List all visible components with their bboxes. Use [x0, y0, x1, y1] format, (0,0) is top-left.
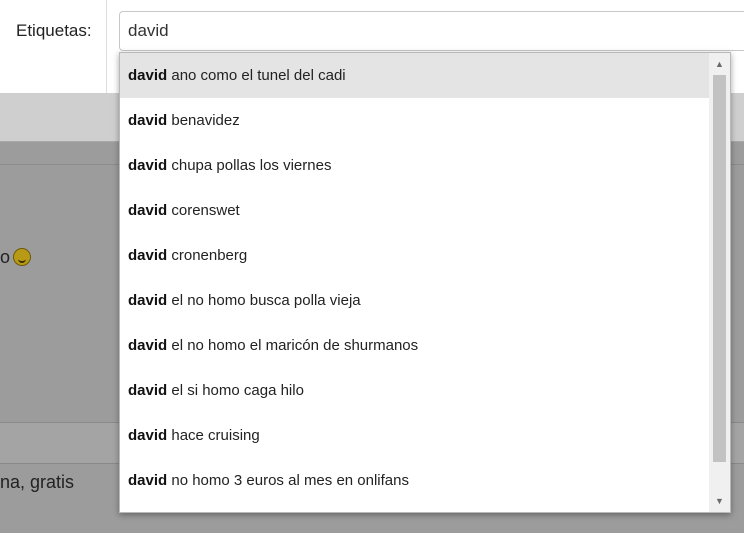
suggestion-item[interactable]: david benavidez	[120, 98, 710, 143]
suggestion-item[interactable]: david el si homo caga hilo	[120, 368, 710, 413]
suggestion-match: david	[128, 472, 168, 489]
suggestion-match: david	[128, 427, 168, 444]
suggestion-match: david	[128, 337, 168, 354]
suggestion-match: david	[128, 157, 168, 174]
suggestion-rest: no homo 3 euros al mes en onlifans	[167, 472, 409, 489]
suggestion-list: david ano como el tunel del cadi david be…	[120, 53, 710, 503]
suggestion-rest: hace cruising	[167, 427, 260, 444]
suggestion-rest: corenswet	[167, 202, 240, 219]
grinning-emoji-icon	[13, 248, 32, 266]
suggestion-item[interactable]: david corenswet	[120, 188, 710, 233]
tag-input[interactable]	[128, 21, 728, 41]
tag-label: Etiquetas:	[16, 21, 92, 40]
suggestion-match: david	[128, 382, 168, 399]
suggestion-item[interactable]: david el no homo el maricón de shurmanos	[120, 323, 710, 368]
suggestion-item[interactable]: david el no homo busca polla vieja	[120, 278, 710, 323]
tag-input-container[interactable]	[119, 11, 744, 51]
scroll-down-icon[interactable]: ▼	[709, 492, 730, 510]
suggestion-item[interactable]: david hace cruising	[120, 413, 710, 458]
scroll-thumb[interactable]	[713, 75, 726, 462]
scrollbar[interactable]: ▲ ▼	[709, 53, 730, 512]
suggestion-rest: el si homo caga hilo	[167, 382, 304, 399]
suggestion-rest: ano como el tunel del cadi	[167, 67, 346, 84]
suggestion-rest: benavidez	[167, 112, 240, 129]
suggestion-rest: el no homo busca polla vieja	[167, 292, 361, 309]
suggestion-rest: cronenberg	[167, 247, 248, 264]
background-post-text: o	[0, 247, 32, 268]
suggestion-rest: el no homo el maricón de shurmanos	[167, 337, 419, 354]
suggestion-item[interactable]: david cronenberg	[120, 233, 710, 278]
suggestion-match: david	[128, 67, 168, 84]
background-post-text-2: na, gratis	[0, 472, 75, 492]
autocomplete-dropdown: david ano como el tunel del cadi david be…	[119, 52, 731, 513]
suggestion-match: david	[128, 292, 168, 309]
suggestion-match: david	[128, 112, 168, 129]
scroll-up-icon[interactable]: ▲	[709, 55, 730, 73]
suggestion-item[interactable]: david no homo 3 euros al mes en onlifans	[120, 458, 710, 503]
suggestion-item[interactable]: david ano como el tunel del cadi	[120, 53, 710, 98]
suggestion-match: david	[128, 202, 168, 219]
suggestion-item[interactable]: david chupa pollas los viernes	[120, 143, 710, 188]
divider	[106, 0, 107, 93]
suggestion-match: david	[128, 247, 168, 264]
suggestion-rest: chupa pollas los viernes	[167, 157, 332, 174]
